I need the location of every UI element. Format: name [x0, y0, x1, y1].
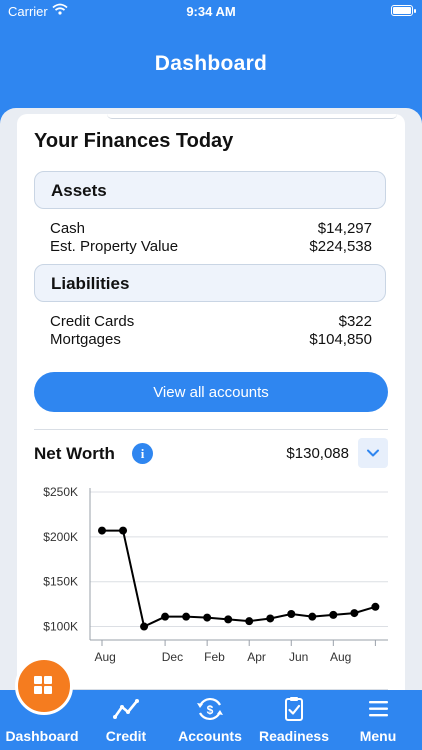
data-point: [350, 609, 359, 618]
tab-accounts[interactable]: $ Accounts: [168, 690, 252, 750]
liability-label: Mortgages: [50, 331, 121, 348]
net-worth-dropdown[interactable]: [358, 438, 388, 468]
data-point: [329, 610, 338, 619]
finances-card: Your Finances Today Assets Cash $14,297 …: [17, 114, 405, 708]
status-bar: Carrier 9:34 AM: [0, 0, 422, 24]
finances-title: Your Finances Today: [34, 130, 234, 152]
battery-icon: [391, 5, 416, 16]
asset-value: $14,297: [317, 220, 372, 237]
data-point: [119, 526, 128, 535]
svg-text:$: $: [207, 703, 214, 717]
data-point: [140, 622, 149, 631]
dashboard-fab[interactable]: [15, 657, 73, 715]
info-icon[interactable]: i: [132, 443, 153, 464]
liability-row-mortgages: Mortgages $104,850: [50, 331, 372, 349]
x-tick-label: Aug: [94, 650, 115, 664]
tab-readiness[interactable]: Readiness: [252, 690, 336, 750]
y-tick-label: $100K: [43, 620, 78, 634]
data-point: [308, 612, 317, 621]
data-point: [287, 609, 296, 618]
liabilities-header: Liabilities: [34, 264, 386, 302]
data-point: [224, 615, 233, 624]
tab-label: Accounts: [178, 728, 242, 744]
liability-value: $322: [338, 313, 372, 330]
data-point: [98, 526, 106, 535]
asset-label: Cash: [50, 220, 86, 237]
liability-row-credit-cards: Credit Cards $322: [50, 313, 372, 331]
grid-icon: [34, 676, 52, 694]
dollar-cycle-icon: $: [197, 697, 223, 721]
x-tick-label: Dec: [162, 650, 183, 664]
x-tick-label: Apr: [247, 650, 266, 664]
assets-header: Assets: [34, 171, 386, 209]
tab-label: Readiness: [258, 728, 330, 744]
clipboard-check-icon: [285, 697, 303, 721]
tab-menu[interactable]: Menu: [336, 690, 420, 750]
tab-label: Dashboard: [5, 728, 79, 744]
tab-credit[interactable]: Credit: [84, 690, 168, 750]
x-tick-label: Aug: [330, 650, 351, 664]
tab-label: Menu: [359, 728, 397, 744]
data-point: [203, 613, 212, 622]
y-tick-label: $250K: [43, 485, 78, 499]
page-title: Dashboard: [154, 52, 268, 75]
y-tick-label: $200K: [43, 530, 78, 544]
liabilities-heading: Liabilities: [51, 274, 130, 293]
assets-heading: Assets: [51, 181, 107, 200]
net-worth-chart: $100K $150K $200K $250K Aug Dec Feb Apr Jun Aug: [43, 485, 388, 664]
trend-icon: [113, 699, 139, 719]
data-point: [371, 602, 380, 611]
x-tick-label: Feb: [204, 650, 225, 664]
data-point: [161, 612, 170, 621]
clock: 9:34 AM: [186, 4, 236, 19]
data-point: [182, 612, 191, 621]
asset-value: $224,538: [309, 238, 372, 255]
liability-value: $104,850: [309, 331, 372, 348]
y-tick-label: $150K: [43, 575, 78, 589]
hamburger-icon: [369, 701, 388, 717]
asset-label: Est. Property Value: [50, 238, 179, 255]
asset-row-property: Est. Property Value $224,538: [50, 238, 372, 256]
x-tick-label: Jun: [289, 650, 308, 664]
view-all-accounts-button[interactable]: View all accounts: [34, 372, 388, 412]
divider: [34, 429, 388, 430]
data-point: [266, 614, 275, 623]
chevron-down-icon: [367, 449, 379, 457]
data-point: [245, 617, 254, 626]
card-top-edge: [107, 114, 397, 119]
net-worth-title: Net Worth: [34, 444, 115, 463]
net-worth-value: $130,088: [286, 445, 349, 462]
tab-label: Credit: [105, 728, 147, 744]
asset-row-cash: Cash $14,297: [50, 220, 372, 238]
liability-label: Credit Cards: [50, 313, 135, 330]
